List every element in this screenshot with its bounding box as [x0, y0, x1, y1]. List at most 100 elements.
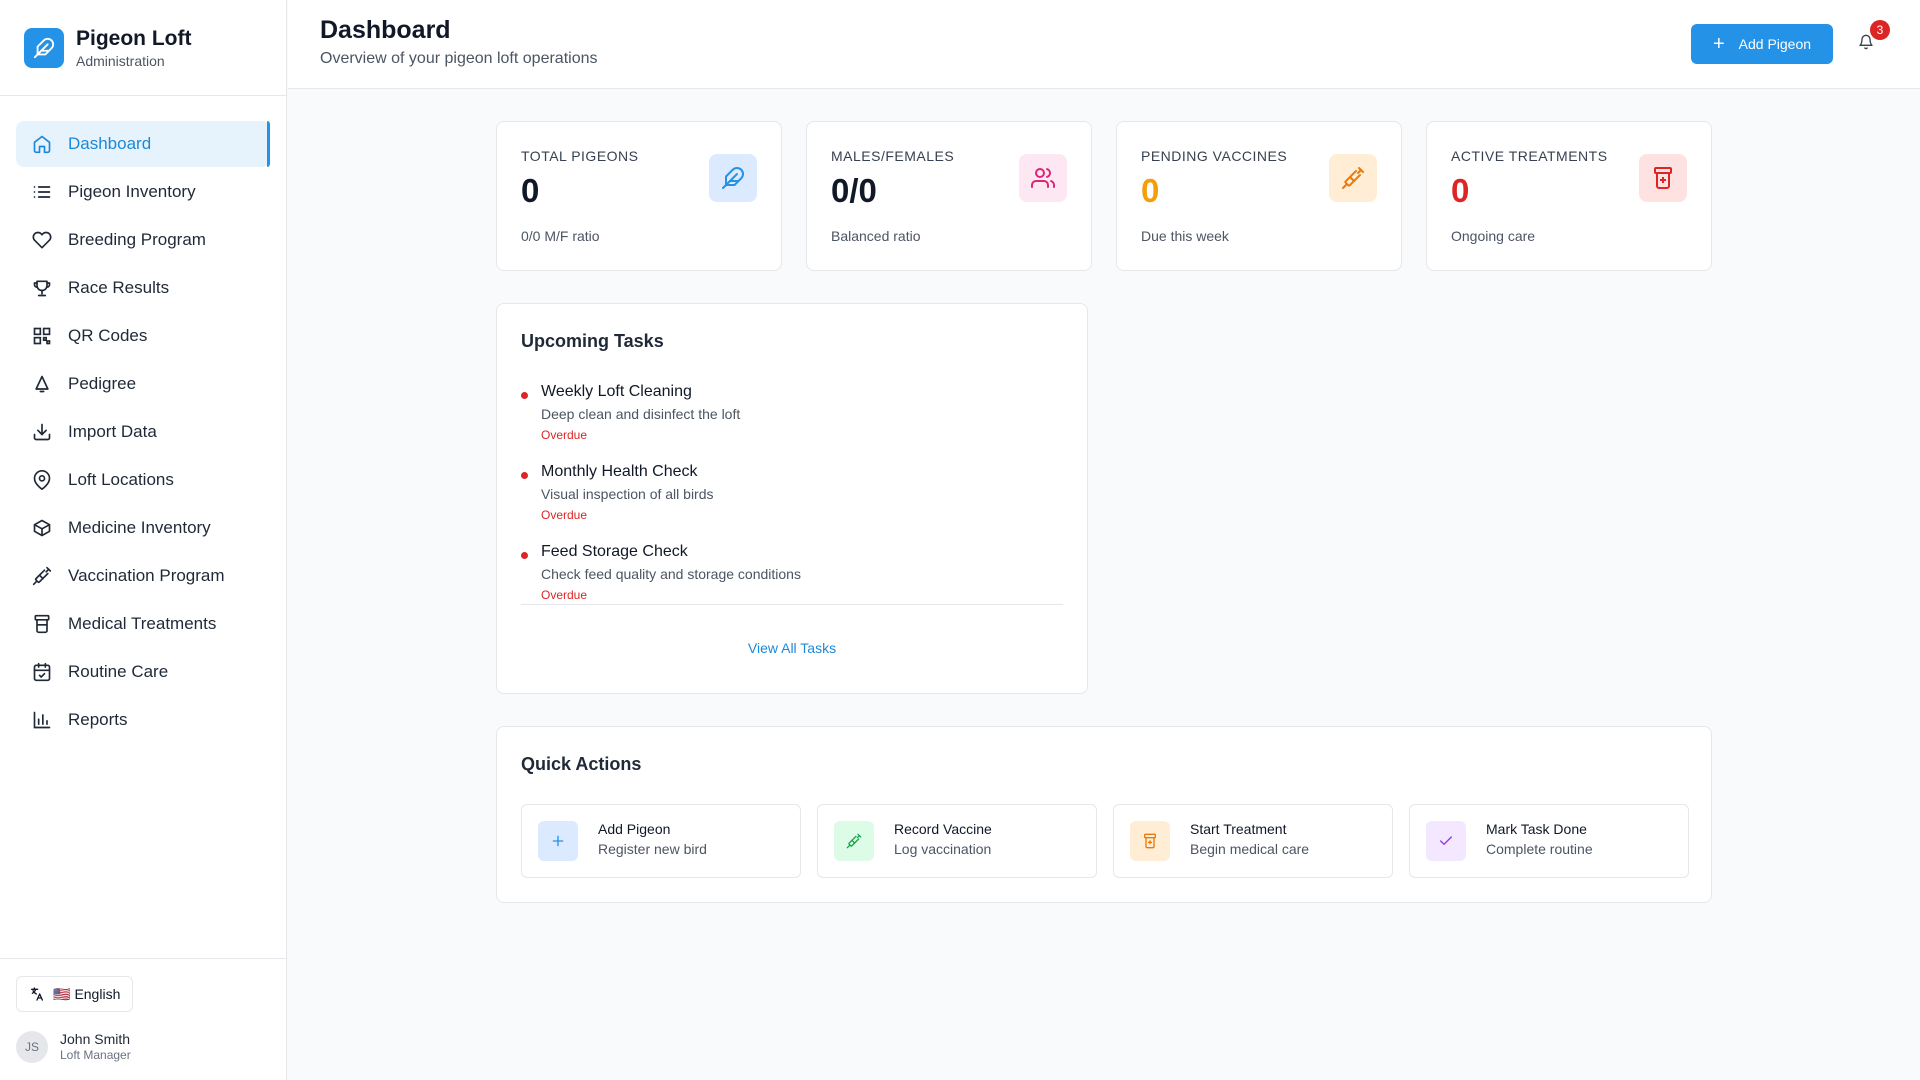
- sidebar-item-vaccination-program[interactable]: Vaccination Program: [16, 553, 270, 599]
- sidebar-item-dashboard[interactable]: Dashboard: [16, 121, 270, 167]
- map-pin-icon: [32, 470, 52, 490]
- stat-note: Balanced ratio: [831, 228, 921, 244]
- quick-actions-card: Quick Actions Add Pigeon Register new bi…: [496, 726, 1712, 903]
- sidebar-item-label: Loft Locations: [68, 470, 174, 489]
- sidebar-item-reports[interactable]: Reports: [16, 697, 270, 743]
- plus-icon: +: [1712, 33, 1725, 55]
- brand-title: Pigeon Loft: [76, 26, 192, 50]
- sidebar-item-label: QR Codes: [68, 326, 148, 345]
- quick-action-add-pigeon[interactable]: Add Pigeon Register new bird: [521, 804, 801, 878]
- stat-card-males-females: MALES/FEMALES 0/0 Balanced ratio: [806, 121, 1092, 271]
- sidebar-nav: Dashboard Pigeon Inventory Breeding Prog…: [0, 96, 286, 743]
- quick-action-title: Mark Task Done: [1486, 821, 1587, 837]
- sidebar-item-medicine-inventory[interactable]: Medicine Inventory: [16, 505, 270, 551]
- calendar-check-icon: [32, 662, 52, 682]
- stat-note: Ongoing care: [1451, 228, 1536, 244]
- sidebar-item-pigeon-inventory[interactable]: Pigeon Inventory: [16, 169, 270, 215]
- sidebar-item-label: Breeding Program: [68, 230, 206, 249]
- sidebar-item-label: Dashboard: [68, 134, 152, 153]
- stat-card-total-pigeons: TOTAL PIGEONS 0 0/0 M/F ratio: [496, 121, 782, 271]
- check-icon: [1426, 821, 1466, 861]
- sidebar-item-qr-codes[interactable]: QR Codes: [16, 313, 270, 359]
- stat-value: 0: [521, 172, 540, 209]
- pill-bottle-icon: [1130, 821, 1170, 861]
- quick-action-start-treatment[interactable]: Start Treatment Begin medical care: [1113, 804, 1393, 878]
- language-flag: 🇺🇸: [53, 985, 71, 1002]
- quick-action-title: Record Vaccine: [894, 821, 992, 837]
- status-dot: [521, 392, 528, 399]
- sidebar-item-label: Reports: [68, 710, 128, 729]
- task-description: Check feed quality and storage condition…: [541, 566, 801, 582]
- sidebar-item-race-results[interactable]: Race Results: [16, 265, 270, 311]
- task-title: Feed Storage Check: [541, 543, 688, 560]
- pill-bottle-icon: [32, 614, 52, 634]
- quick-action-mark-task-done[interactable]: Mark Task Done Complete routine: [1409, 804, 1689, 878]
- stat-value: 0: [1141, 172, 1160, 209]
- sidebar-item-breeding-program[interactable]: Breeding Program: [16, 217, 270, 263]
- sidebar-item-label: Medicine Inventory: [68, 518, 211, 537]
- page-header: Dashboard Overview of your pigeon loft o…: [288, 0, 1920, 89]
- add-pigeon-label: Add Pigeon: [1738, 36, 1812, 52]
- stat-label: PENDING VACCINES: [1141, 148, 1288, 164]
- sidebar-item-import-data[interactable]: Import Data: [16, 409, 270, 455]
- stat-label: MALES/FEMALES: [831, 148, 955, 164]
- sidebar-item-routine-care[interactable]: Routine Care: [16, 649, 270, 695]
- stat-label: TOTAL PIGEONS: [521, 148, 639, 164]
- divider: [521, 604, 1063, 605]
- task-status: Overdue: [541, 428, 588, 442]
- task-description: Visual inspection of all birds: [541, 486, 714, 502]
- sidebar-item-label: Medical Treatments: [68, 614, 217, 633]
- sidebar-item-label: Pigeon Inventory: [68, 182, 196, 201]
- quick-action-title: Add Pigeon: [598, 821, 671, 837]
- task-title: Monthly Health Check: [541, 463, 698, 480]
- bird-icon: [709, 154, 757, 202]
- stat-value: 0: [1451, 172, 1470, 209]
- bar-chart-icon: [32, 710, 52, 730]
- download-icon: [32, 422, 52, 442]
- quick-action-description: Log vaccination: [894, 841, 992, 857]
- sidebar-item-label: Import Data: [68, 422, 157, 441]
- language-selector[interactable]: 🇺🇸 English: [16, 976, 134, 1012]
- quick-actions-title: Quick Actions: [521, 754, 642, 774]
- sidebar-item-label: Pedigree: [68, 374, 137, 393]
- status-dot: [521, 472, 528, 479]
- add-pigeon-button[interactable]: + Add Pigeon: [1691, 24, 1833, 64]
- page-subtitle: Overview of your pigeon loft operations: [320, 50, 598, 67]
- users-icon: [1019, 154, 1067, 202]
- language-label: English: [74, 986, 121, 1002]
- stat-value: 0/0: [831, 172, 877, 209]
- sidebar: Pigeon Loft Administration Dashboard Pig…: [0, 0, 287, 1080]
- syringe-icon: [1329, 154, 1377, 202]
- page-title: Dashboard: [320, 16, 451, 44]
- translate-icon: [29, 986, 45, 1002]
- quick-action-description: Begin medical care: [1190, 841, 1310, 857]
- list-icon: [32, 182, 52, 202]
- task-description: Deep clean and disinfect the loft: [541, 406, 741, 422]
- notification-count-badge: 3: [1870, 20, 1890, 40]
- user-role: Loft Manager: [60, 1048, 131, 1062]
- view-all-tasks-link[interactable]: View All Tasks: [497, 640, 1087, 656]
- trophy-icon: [32, 278, 52, 298]
- package-icon: [32, 518, 52, 538]
- sidebar-item-medical-treatments[interactable]: Medical Treatments: [16, 601, 270, 647]
- plus-icon: [538, 821, 578, 861]
- sidebar-item-label: Routine Care: [68, 662, 169, 681]
- task-title: Weekly Loft Cleaning: [541, 383, 692, 400]
- syringe-icon: [32, 566, 52, 586]
- quick-action-description: Register new bird: [598, 841, 707, 857]
- user-profile[interactable]: JS John Smith Loft Manager: [16, 1030, 271, 1063]
- sidebar-item-pedigree[interactable]: Pedigree: [16, 361, 270, 407]
- brand: Pigeon Loft Administration: [0, 0, 286, 96]
- pill-bottle-icon: [1639, 154, 1687, 202]
- stat-note: Due this week: [1141, 228, 1229, 244]
- bird-logo-icon: [24, 27, 64, 68]
- stat-card-active-treatments: ACTIVE TREATMENTS 0 Ongoing care: [1426, 121, 1712, 271]
- quick-action-description: Complete routine: [1486, 841, 1593, 857]
- quick-action-title: Start Treatment: [1190, 821, 1287, 837]
- quick-action-record-vaccine[interactable]: Record Vaccine Log vaccination: [817, 804, 1097, 878]
- status-dot: [521, 552, 528, 559]
- task-status: Overdue: [541, 588, 588, 602]
- sidebar-item-loft-locations[interactable]: Loft Locations: [16, 457, 270, 503]
- sidebar-item-label: Race Results: [68, 278, 170, 297]
- sidebar-footer: 🇺🇸 English JS John Smith Loft Manager: [0, 958, 287, 1080]
